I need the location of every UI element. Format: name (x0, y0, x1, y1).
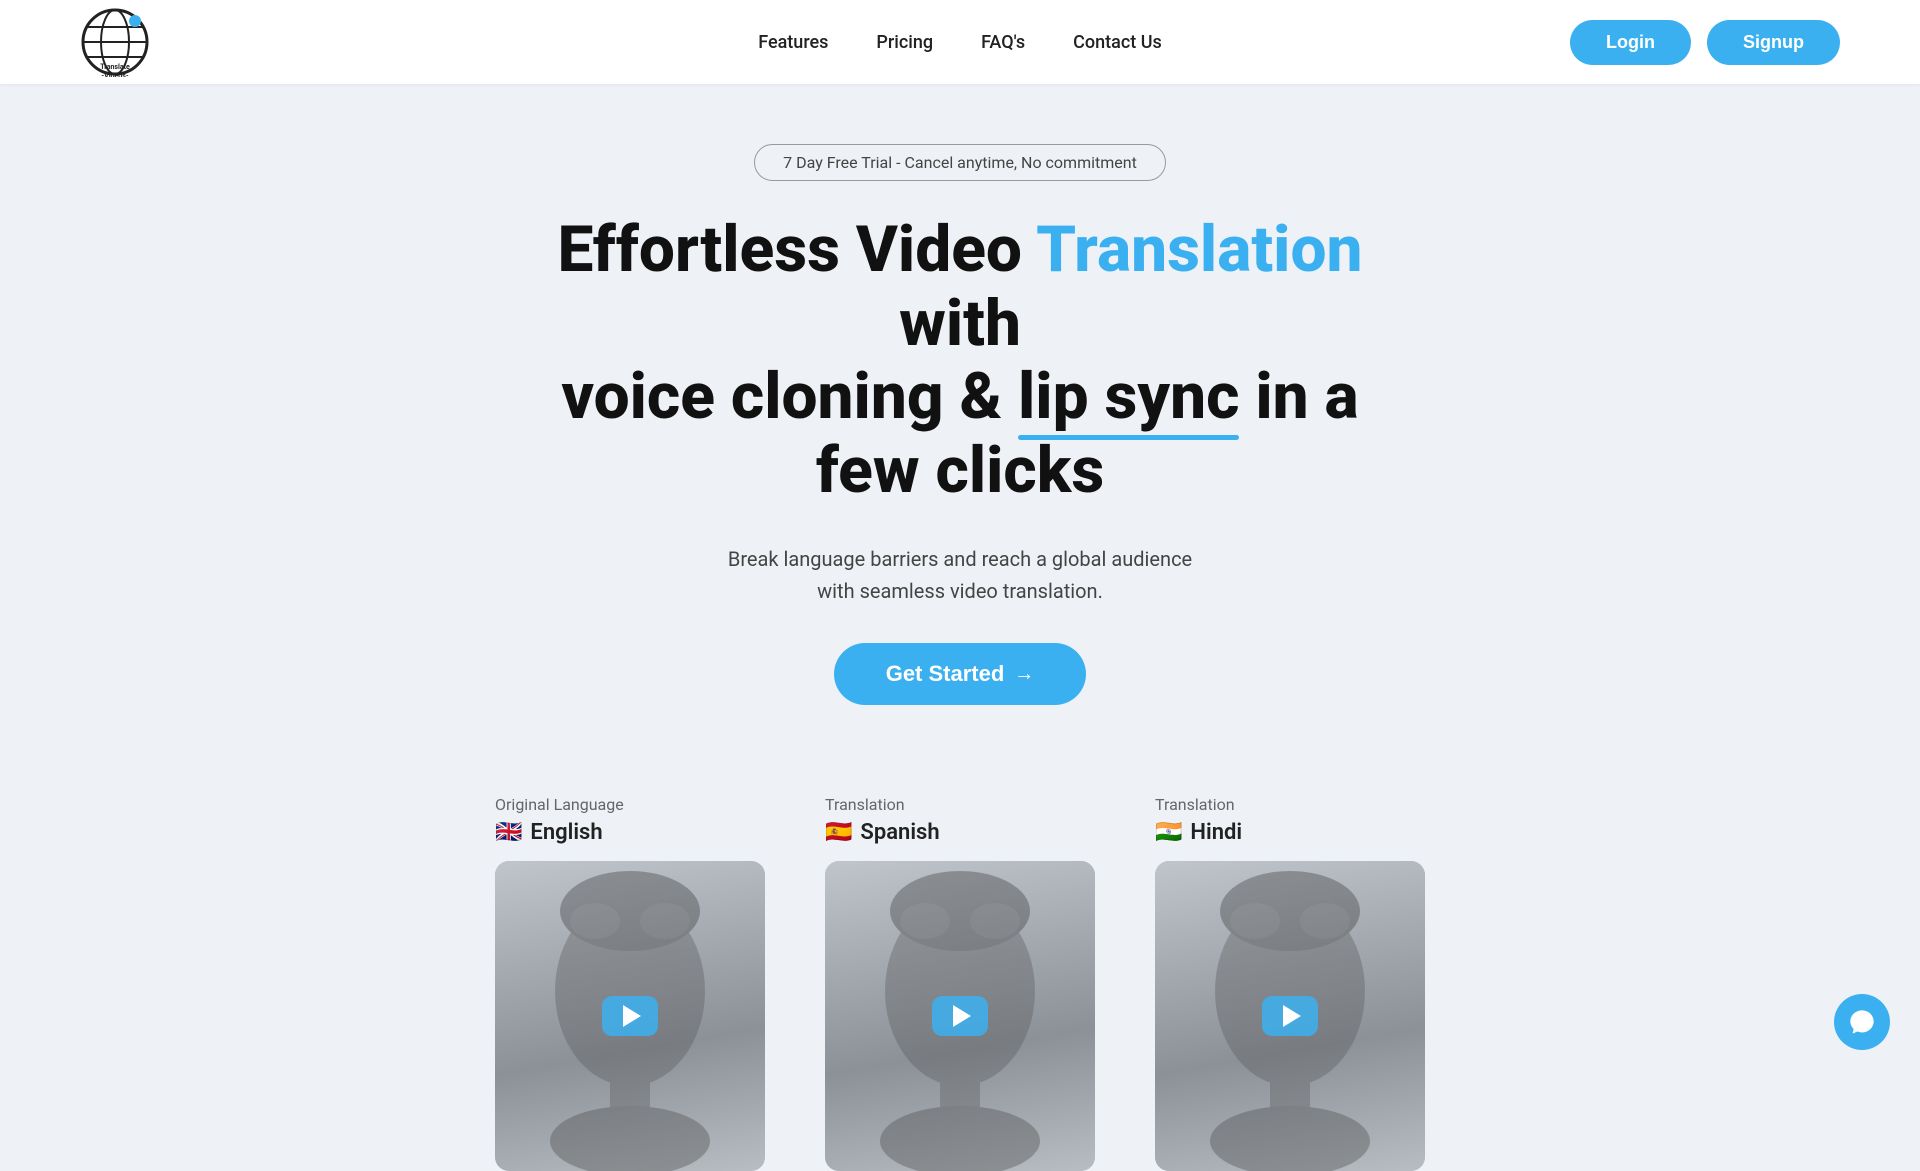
flag-icon-2: 🇮🇳 (1155, 820, 1182, 845)
demo-type-label-2: Translation (1155, 795, 1235, 814)
demo-type-label-1: Translation (825, 795, 905, 814)
demo-lang-2: 🇮🇳 Hindi (1155, 820, 1242, 845)
demo-video-2[interactable] (1155, 861, 1425, 1171)
hero-headline: Effortless Video Translation with voice … (510, 213, 1410, 507)
nav-contact[interactable]: Contact Us (1073, 32, 1162, 53)
login-button[interactable]: Login (1570, 20, 1691, 65)
logo[interactable]: Translate -Videos- (80, 7, 150, 77)
demo-type-label-0: Original Language (495, 795, 624, 814)
headline-lipsync: lip sync (1018, 360, 1239, 434)
demo-video-1[interactable] (825, 861, 1095, 1171)
svg-text:-Videos-: -Videos- (101, 72, 128, 77)
headline-part2: with (899, 286, 1021, 361)
hero-subtext: Break language barriers and reach a glob… (728, 543, 1192, 607)
nav-features[interactable]: Features (758, 32, 828, 53)
navbar: Translate -Videos- Features Pricing FAQ'… (0, 0, 1920, 84)
hero-section: 7 Day Free Trial - Cancel anytime, No co… (0, 84, 1920, 745)
demo-video-0[interactable] (495, 861, 765, 1171)
play-button-0[interactable] (602, 996, 658, 1036)
nav-faqs[interactable]: FAQ's (981, 32, 1025, 53)
signup-button[interactable]: Signup (1707, 20, 1840, 65)
get-started-button[interactable]: Get Started → (834, 643, 1087, 705)
headline-line2-part1: voice cloning & (561, 359, 1018, 434)
lang-name-2: Hindi (1190, 820, 1242, 845)
play-button-2[interactable] (1262, 996, 1318, 1036)
lang-name-1: Spanish (860, 820, 939, 845)
demo-section: Original Language 🇬🇧 English Translation 🇪🇸… (0, 745, 1920, 1171)
nav-links: Features Pricing FAQ's Contact Us (758, 32, 1162, 53)
demo-col-1: Translation 🇪🇸 Spanish (825, 795, 1095, 1171)
nav-pricing[interactable]: Pricing (876, 32, 933, 53)
nav-actions: Login Signup (1570, 20, 1840, 65)
get-started-label: Get Started (886, 661, 1005, 687)
demo-lang-0: 🇬🇧 English (495, 820, 603, 845)
lang-name-0: English (530, 820, 602, 845)
svg-text:Translate: Translate (100, 63, 130, 71)
play-button-1[interactable] (932, 996, 988, 1036)
headline-part1: Effortless Video (557, 212, 1036, 287)
demo-col-2: Translation 🇮🇳 Hindi (1155, 795, 1425, 1171)
arrow-icon: → (1014, 663, 1034, 686)
flag-icon-0: 🇬🇧 (495, 820, 522, 845)
trial-badge: 7 Day Free Trial - Cancel anytime, No co… (754, 144, 1166, 181)
chat-support-button[interactable] (1834, 994, 1890, 1050)
demo-lang-1: 🇪🇸 Spanish (825, 820, 940, 845)
demo-col-0: Original Language 🇬🇧 English (495, 795, 765, 1171)
headline-highlight: Translation (1036, 212, 1362, 287)
flag-icon-1: 🇪🇸 (825, 820, 852, 845)
